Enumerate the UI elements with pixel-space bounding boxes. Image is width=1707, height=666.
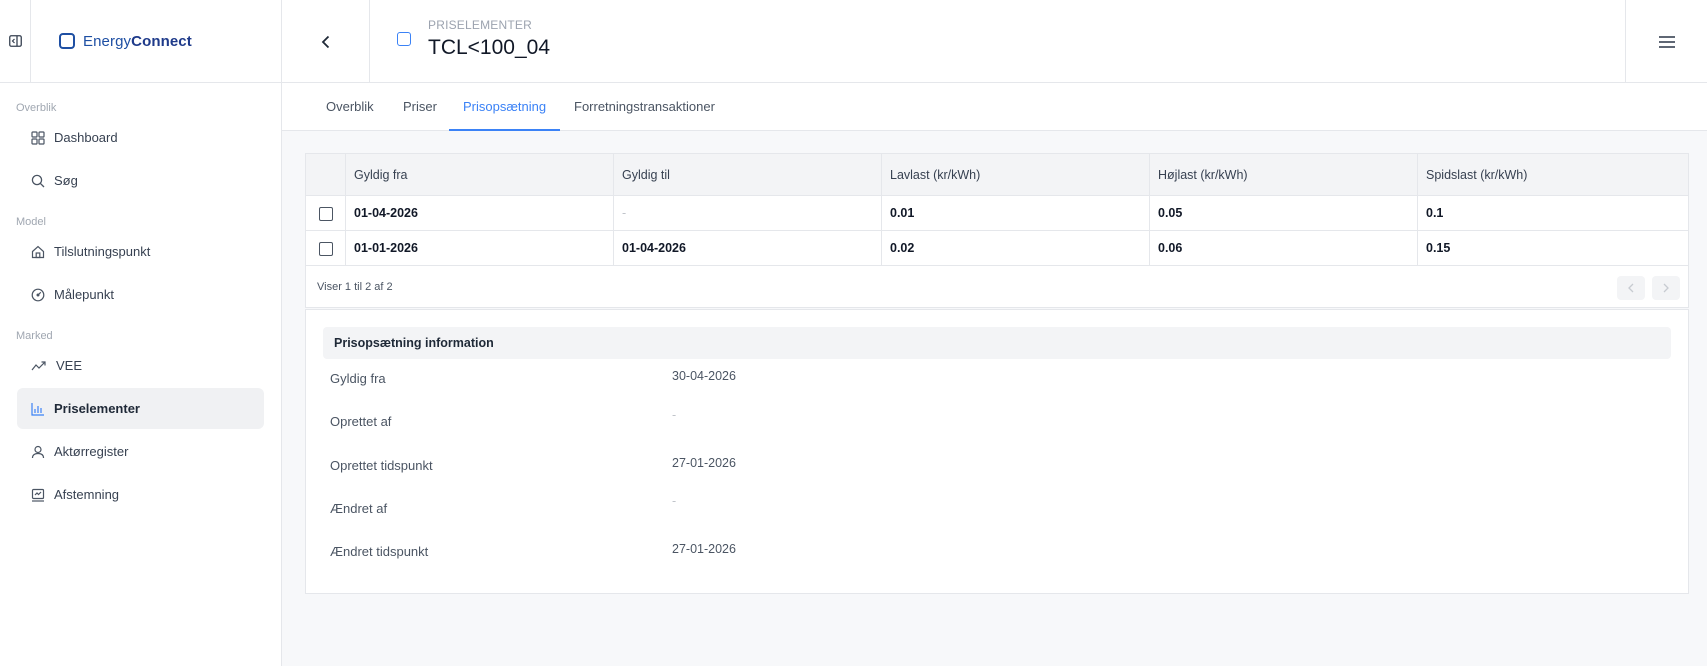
breadcrumb: PRISELEMENTER (428, 18, 532, 32)
brand-logo[interactable]: EnergyConnect (59, 33, 192, 50)
tab-priser[interactable]: Priser (403, 83, 437, 131)
grid-icon (31, 130, 45, 145)
page-title: TCL<100_04 (428, 36, 551, 59)
row-checkbox[interactable] (319, 242, 333, 256)
sidebar-item-aktorregister[interactable]: Aktørregister (17, 431, 264, 472)
sidebar-item-label: Afstemning (54, 487, 120, 502)
sidebar-item-label: Søg (54, 173, 78, 188)
sidebar-item-label: VEE (56, 358, 83, 373)
reconcile-icon (31, 488, 45, 502)
info-heading: Prisopsætning information (323, 327, 1671, 359)
cell-gyldig-fra: 01-01-2026 (345, 231, 613, 266)
next-page-button[interactable] (1652, 276, 1680, 300)
brand-name: EnergyConnect (83, 32, 192, 50)
tab-prisopsaetning[interactable]: Prisopsætning (449, 83, 561, 131)
sidebar-item-priselementer[interactable]: Priselementer (17, 388, 264, 429)
sidebar-item-malepunkt[interactable]: Målepunkt (17, 274, 264, 315)
info-value-oprettet-tidspunkt: 27-01-2026 (672, 456, 736, 470)
cell-spidslast: 0.15 (1417, 231, 1689, 266)
row-checkbox[interactable] (319, 207, 333, 221)
chevron-right-icon (1663, 283, 1669, 293)
table-row[interactable]: 01-01-2026 01-04-2026 0.02 0.06 0.15 (306, 231, 1688, 266)
gauge-icon (31, 288, 45, 301)
cell-lavlast: 0.02 (881, 231, 1149, 266)
info-value-gyldig-fra: 30-04-2026 (672, 369, 736, 383)
user-icon (31, 445, 45, 458)
cell-hojlast: 0.06 (1149, 231, 1417, 266)
back-button[interactable] (282, 0, 370, 83)
sidebar-item-label: Aktørregister (54, 444, 129, 459)
info-label-oprettet-tidspunkt: Oprettet tidspunkt (330, 458, 433, 473)
cell-gyldig-fra: 01-04-2026 (345, 196, 613, 231)
tab-forretningstransaktioner[interactable]: Forretningstransaktioner (574, 83, 715, 131)
sidebar-item-label: Dashboard (54, 130, 118, 145)
price-setup-info-card: Prisopsætning information Gyldig fra 30-… (305, 309, 1689, 594)
price-setup-table: Gyldig fra Gyldig til Lavlast (kr/kWh) H… (305, 153, 1689, 308)
main-content: Overblik Priser Prisopsætning Forretning… (282, 83, 1707, 666)
pagination-text: Viser 1 til 2 af 2 (317, 281, 393, 293)
cell-spidslast: 0.1 (1417, 196, 1689, 231)
search-icon (31, 174, 45, 187)
nav-section-marked: Marked (16, 330, 53, 342)
logo-mark-icon (59, 33, 75, 49)
menu-button[interactable] (1625, 0, 1707, 83)
info-value-aendret-af: - (672, 494, 677, 508)
sidebar-nav: Overblik Dashboard Søg Model Tilslutning… (0, 83, 281, 515)
sidebar-item-label: Priselementer (54, 401, 140, 416)
sidebar-item-afstemning[interactable]: Afstemning (17, 474, 264, 515)
sidebar-item-dashboard[interactable]: Dashboard (17, 117, 264, 158)
tab-bar: Overblik Priser Prisopsætning Forretning… (282, 83, 1707, 131)
table-footer: Viser 1 til 2 af 2 (306, 266, 1688, 308)
hamburger-menu-icon (1658, 35, 1675, 48)
sidebar-header: EnergyConnect (0, 0, 281, 83)
column-header-gyldig-fra[interactable]: Gyldig fra (345, 154, 613, 196)
column-header-lavlast[interactable]: Lavlast (kr/kWh) (881, 154, 1149, 196)
house-icon (31, 245, 45, 258)
nav-section-overblik: Overblik (16, 102, 57, 114)
trend-icon (31, 360, 46, 370)
table-row[interactable]: 01-04-2026 - 0.01 0.05 0.1 (306, 196, 1688, 231)
cell-gyldig-til: - (613, 196, 881, 231)
tab-overblik[interactable]: Overblik (326, 83, 374, 131)
previous-page-button[interactable] (1617, 276, 1645, 300)
info-label-aendret-tidspunkt: Ændret tidspunkt (330, 544, 429, 559)
column-header-gyldig-til[interactable]: Gyldig til (613, 154, 881, 196)
sidebar-item-vee[interactable]: VEE (17, 345, 264, 386)
cell-hojlast: 0.05 (1149, 196, 1417, 231)
price-chart-icon (31, 402, 44, 416)
sidebar-item-sog[interactable]: Søg (17, 160, 264, 201)
nav-section-model: Model (16, 216, 46, 228)
chevron-left-icon (1628, 283, 1634, 293)
page-header: PRISELEMENTER TCL<100_04 (282, 0, 1707, 83)
sidebar-item-label: Tilslutningspunkt (54, 244, 151, 259)
column-header-spidslast[interactable]: Spidslast (kr/kWh) (1417, 154, 1689, 196)
info-label-aendret-af: Ændret af (330, 501, 388, 516)
info-value-aendret-tidspunkt: 27-01-2026 (672, 542, 736, 556)
info-label-gyldig-fra: Gyldig fra (330, 371, 386, 386)
sidebar-toggle-icon (8, 35, 22, 47)
info-value-oprettet-af: - (672, 408, 677, 422)
chevron-left-icon (321, 35, 329, 48)
table-header: Gyldig fra Gyldig til Lavlast (kr/kWh) H… (306, 154, 1688, 196)
cell-lavlast: 0.01 (881, 196, 1149, 231)
sidebar-item-label: Målepunkt (54, 287, 114, 302)
sidebar: EnergyConnect Overblik Dashboard Søg Mod… (0, 0, 282, 666)
entity-icon (397, 32, 411, 46)
cell-gyldig-til: 01-04-2026 (613, 231, 881, 266)
sidebar-collapse-button[interactable] (0, 0, 31, 83)
sidebar-item-tilslutningspunkt[interactable]: Tilslutningspunkt (17, 231, 264, 272)
info-label-oprettet-af: Oprettet af (330, 414, 392, 429)
column-header-hojlast[interactable]: Højlast (kr/kWh) (1149, 154, 1417, 196)
